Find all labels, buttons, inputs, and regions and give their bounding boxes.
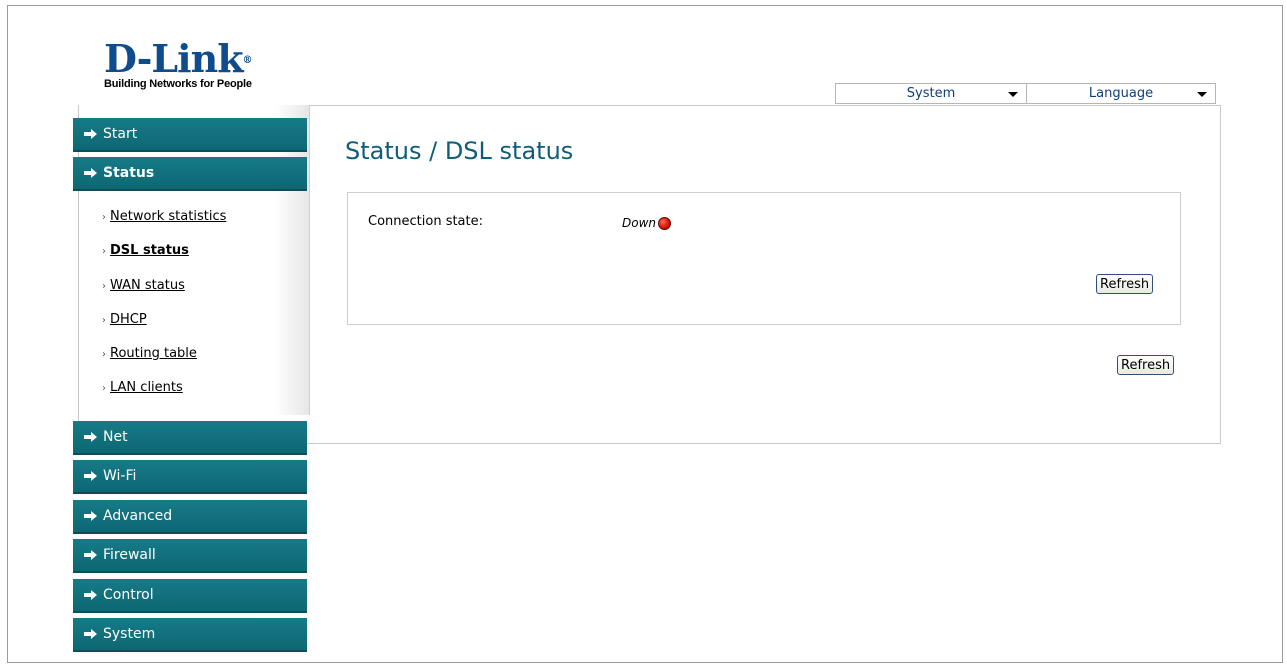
submenu-item-dhcp[interactable]: › DHCP	[102, 312, 147, 327]
system-select[interactable]: System	[835, 83, 1027, 104]
dlink-logo: D-Link® Building Networks for People	[104, 40, 253, 91]
submenu-link[interactable]: WAN status	[110, 278, 185, 293]
system-select-label: System	[906, 86, 956, 101]
sidebar-item-label: Status	[103, 165, 155, 181]
submenu-link[interactable]: DSL status	[110, 243, 189, 258]
arrow-right-icon	[84, 590, 97, 600]
sidebar-item-net[interactable]: Net	[73, 421, 307, 455]
bullet-icon: ›	[102, 281, 106, 292]
language-select-label: Language	[1088, 86, 1154, 101]
sidebar-item-label: Advanced	[103, 508, 173, 524]
sidebar-item-status[interactable]: Status	[73, 157, 307, 191]
connection-state-value: Down	[622, 216, 657, 230]
arrow-right-icon	[84, 629, 97, 639]
sidebar-item-label: Wi-Fi	[103, 468, 137, 484]
sidebar-item-advanced[interactable]: Advanced	[73, 500, 307, 534]
sidebar-item-control[interactable]: Control	[73, 579, 307, 613]
chevron-down-icon	[1008, 92, 1018, 97]
logo-registered-mark: ®	[242, 55, 253, 66]
logo-brand: D-Link	[104, 36, 244, 81]
sidebar-item-start[interactable]: Start	[73, 118, 307, 152]
submenu-item-network-statistics[interactable]: › Network statistics	[102, 209, 226, 224]
bullet-icon: ›	[102, 315, 106, 326]
refresh-button[interactable]: Refresh	[1096, 274, 1153, 294]
arrow-right-icon	[84, 168, 97, 178]
sidebar-item-wifi[interactable]: Wi-Fi	[73, 460, 307, 494]
submenu-item-lan-clients[interactable]: › LAN clients	[102, 380, 183, 395]
submenu-item-dsl-status[interactable]: › DSL status	[102, 243, 189, 258]
arrow-right-icon	[84, 129, 97, 139]
arrow-right-icon	[84, 432, 97, 442]
submenu-link[interactable]: DHCP	[110, 312, 147, 327]
connection-state-label: Connection state:	[368, 214, 484, 229]
sidebar-item-label: Control	[103, 587, 154, 603]
submenu-link[interactable]: Routing table	[110, 346, 197, 361]
arrow-right-icon	[84, 471, 97, 481]
sidebar-item-label: Start	[103, 126, 138, 142]
submenu-item-routing-table[interactable]: › Routing table	[102, 346, 197, 361]
dsl-status-box	[347, 192, 1181, 325]
status-down-indicator-icon	[658, 217, 671, 230]
submenu-item-wan-status[interactable]: › WAN status	[102, 278, 185, 293]
sidebar-item-firewall[interactable]: Firewall	[73, 539, 307, 573]
arrow-right-icon	[84, 550, 97, 560]
sidebar-item-label: Firewall	[103, 547, 156, 563]
arrow-right-icon	[84, 511, 97, 521]
chevron-down-icon	[1197, 92, 1207, 97]
sidebar-item-label: Net	[103, 429, 128, 445]
language-select[interactable]: Language	[1026, 83, 1216, 104]
refresh-page-button[interactable]: Refresh	[1117, 355, 1174, 375]
sidebar-item-system[interactable]: System	[73, 618, 307, 652]
bullet-icon: ›	[102, 212, 106, 223]
bullet-icon: ›	[102, 246, 106, 257]
page-title: Status / DSL status	[345, 137, 574, 165]
sidebar-item-label: System	[103, 626, 156, 642]
bullet-icon: ›	[102, 349, 106, 360]
bullet-icon: ›	[102, 383, 106, 394]
submenu-link[interactable]: LAN clients	[110, 380, 183, 395]
logo-tagline: Building Networks for People	[104, 78, 252, 90]
submenu-link[interactable]: Network statistics	[110, 209, 226, 224]
